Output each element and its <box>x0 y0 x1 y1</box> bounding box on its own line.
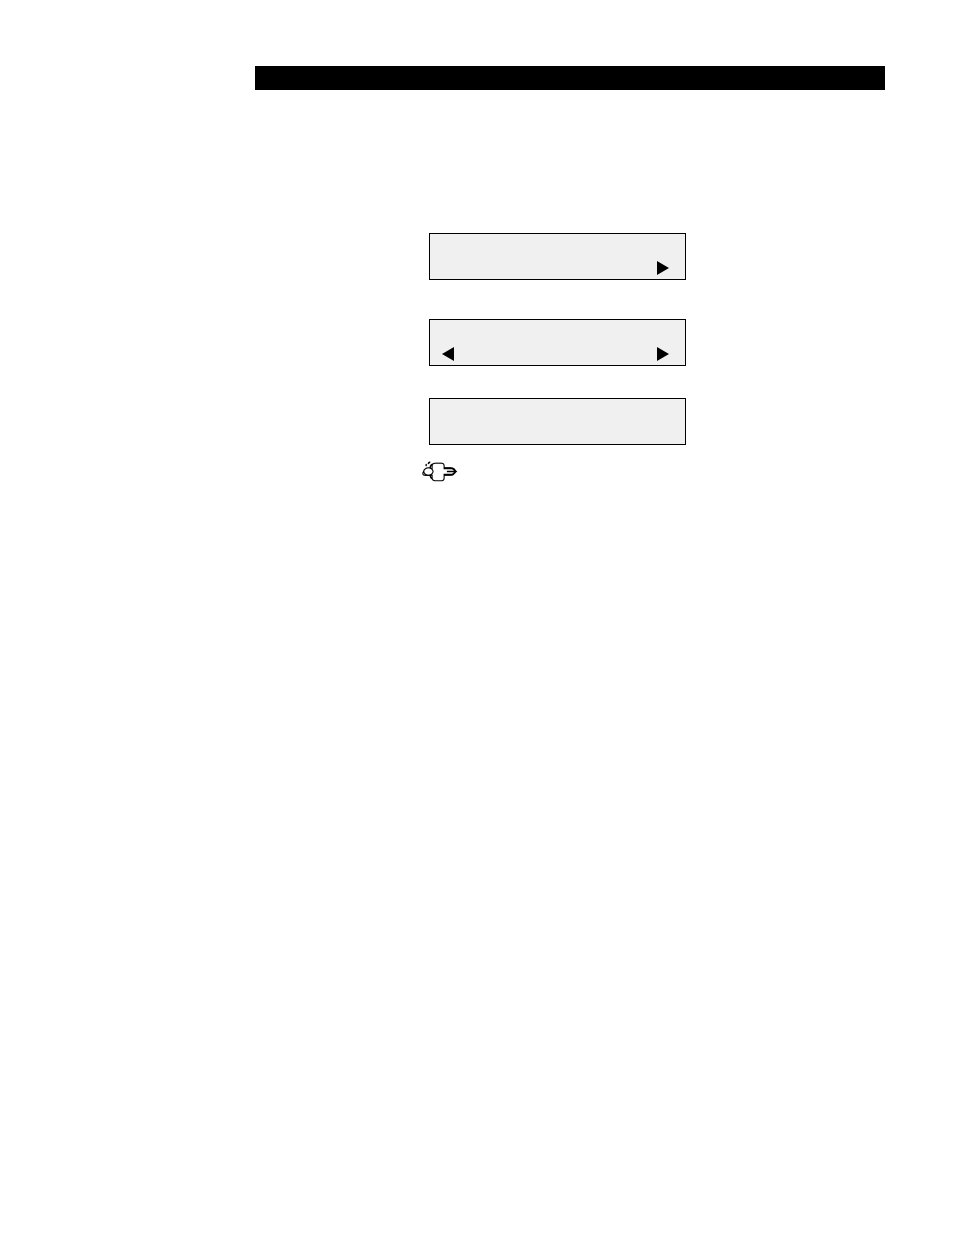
pointing-hand-icon <box>421 458 458 485</box>
arrow-left-icon <box>442 347 454 361</box>
header-bar <box>255 66 885 90</box>
arrow-right-icon <box>657 347 669 361</box>
display-box-3 <box>429 398 686 445</box>
arrow-right-icon <box>657 261 669 275</box>
display-box-2 <box>429 319 686 366</box>
display-box-1 <box>429 233 686 280</box>
